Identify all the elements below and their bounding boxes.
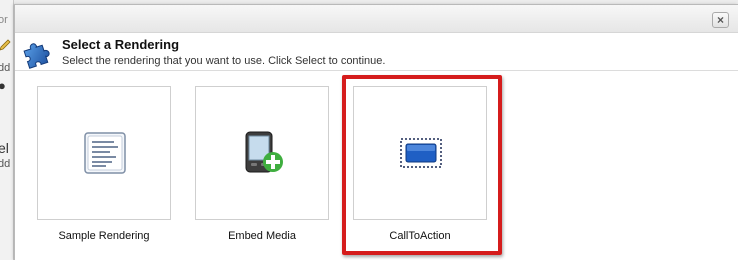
rendering-label: CallToAction [389, 230, 451, 242]
select-rendering-dialog: × Select a Rendering Select the renderin… [14, 4, 738, 260]
close-button[interactable]: × [712, 12, 729, 28]
rendering-tile-sample-rendering[interactable] [37, 86, 171, 220]
renderings-list: Sample Rendering Embed Media CallToActio… [15, 72, 738, 260]
rendering-tile-embed-media[interactable] [195, 86, 329, 220]
rendering-label: Embed Media [228, 230, 296, 242]
puzzle-icon [21, 35, 55, 69]
document-icon [82, 130, 128, 176]
rendering-tile-calltoaction[interactable] [353, 86, 487, 220]
pencil-icon [0, 38, 12, 52]
dialog-subtitle: Select the rendering that you want to us… [62, 55, 386, 67]
rendering-label: Sample Rendering [58, 230, 150, 242]
dialog-titlebar: × [15, 5, 738, 33]
pda-add-icon [240, 130, 286, 176]
background-text-fragment: el [0, 140, 9, 156]
background-bullet: ● [0, 78, 6, 93]
dialog-title: Select a Rendering [62, 37, 180, 52]
dialog-header: Select a Rendering Select the rendering … [15, 33, 738, 71]
background-app: or dd ● el dd [0, 0, 14, 260]
background-text-fragment: dd [0, 62, 11, 74]
selected-box-icon [398, 130, 444, 176]
background-text-fragment: dd [0, 158, 11, 170]
background-text-fragment: or [0, 14, 8, 26]
